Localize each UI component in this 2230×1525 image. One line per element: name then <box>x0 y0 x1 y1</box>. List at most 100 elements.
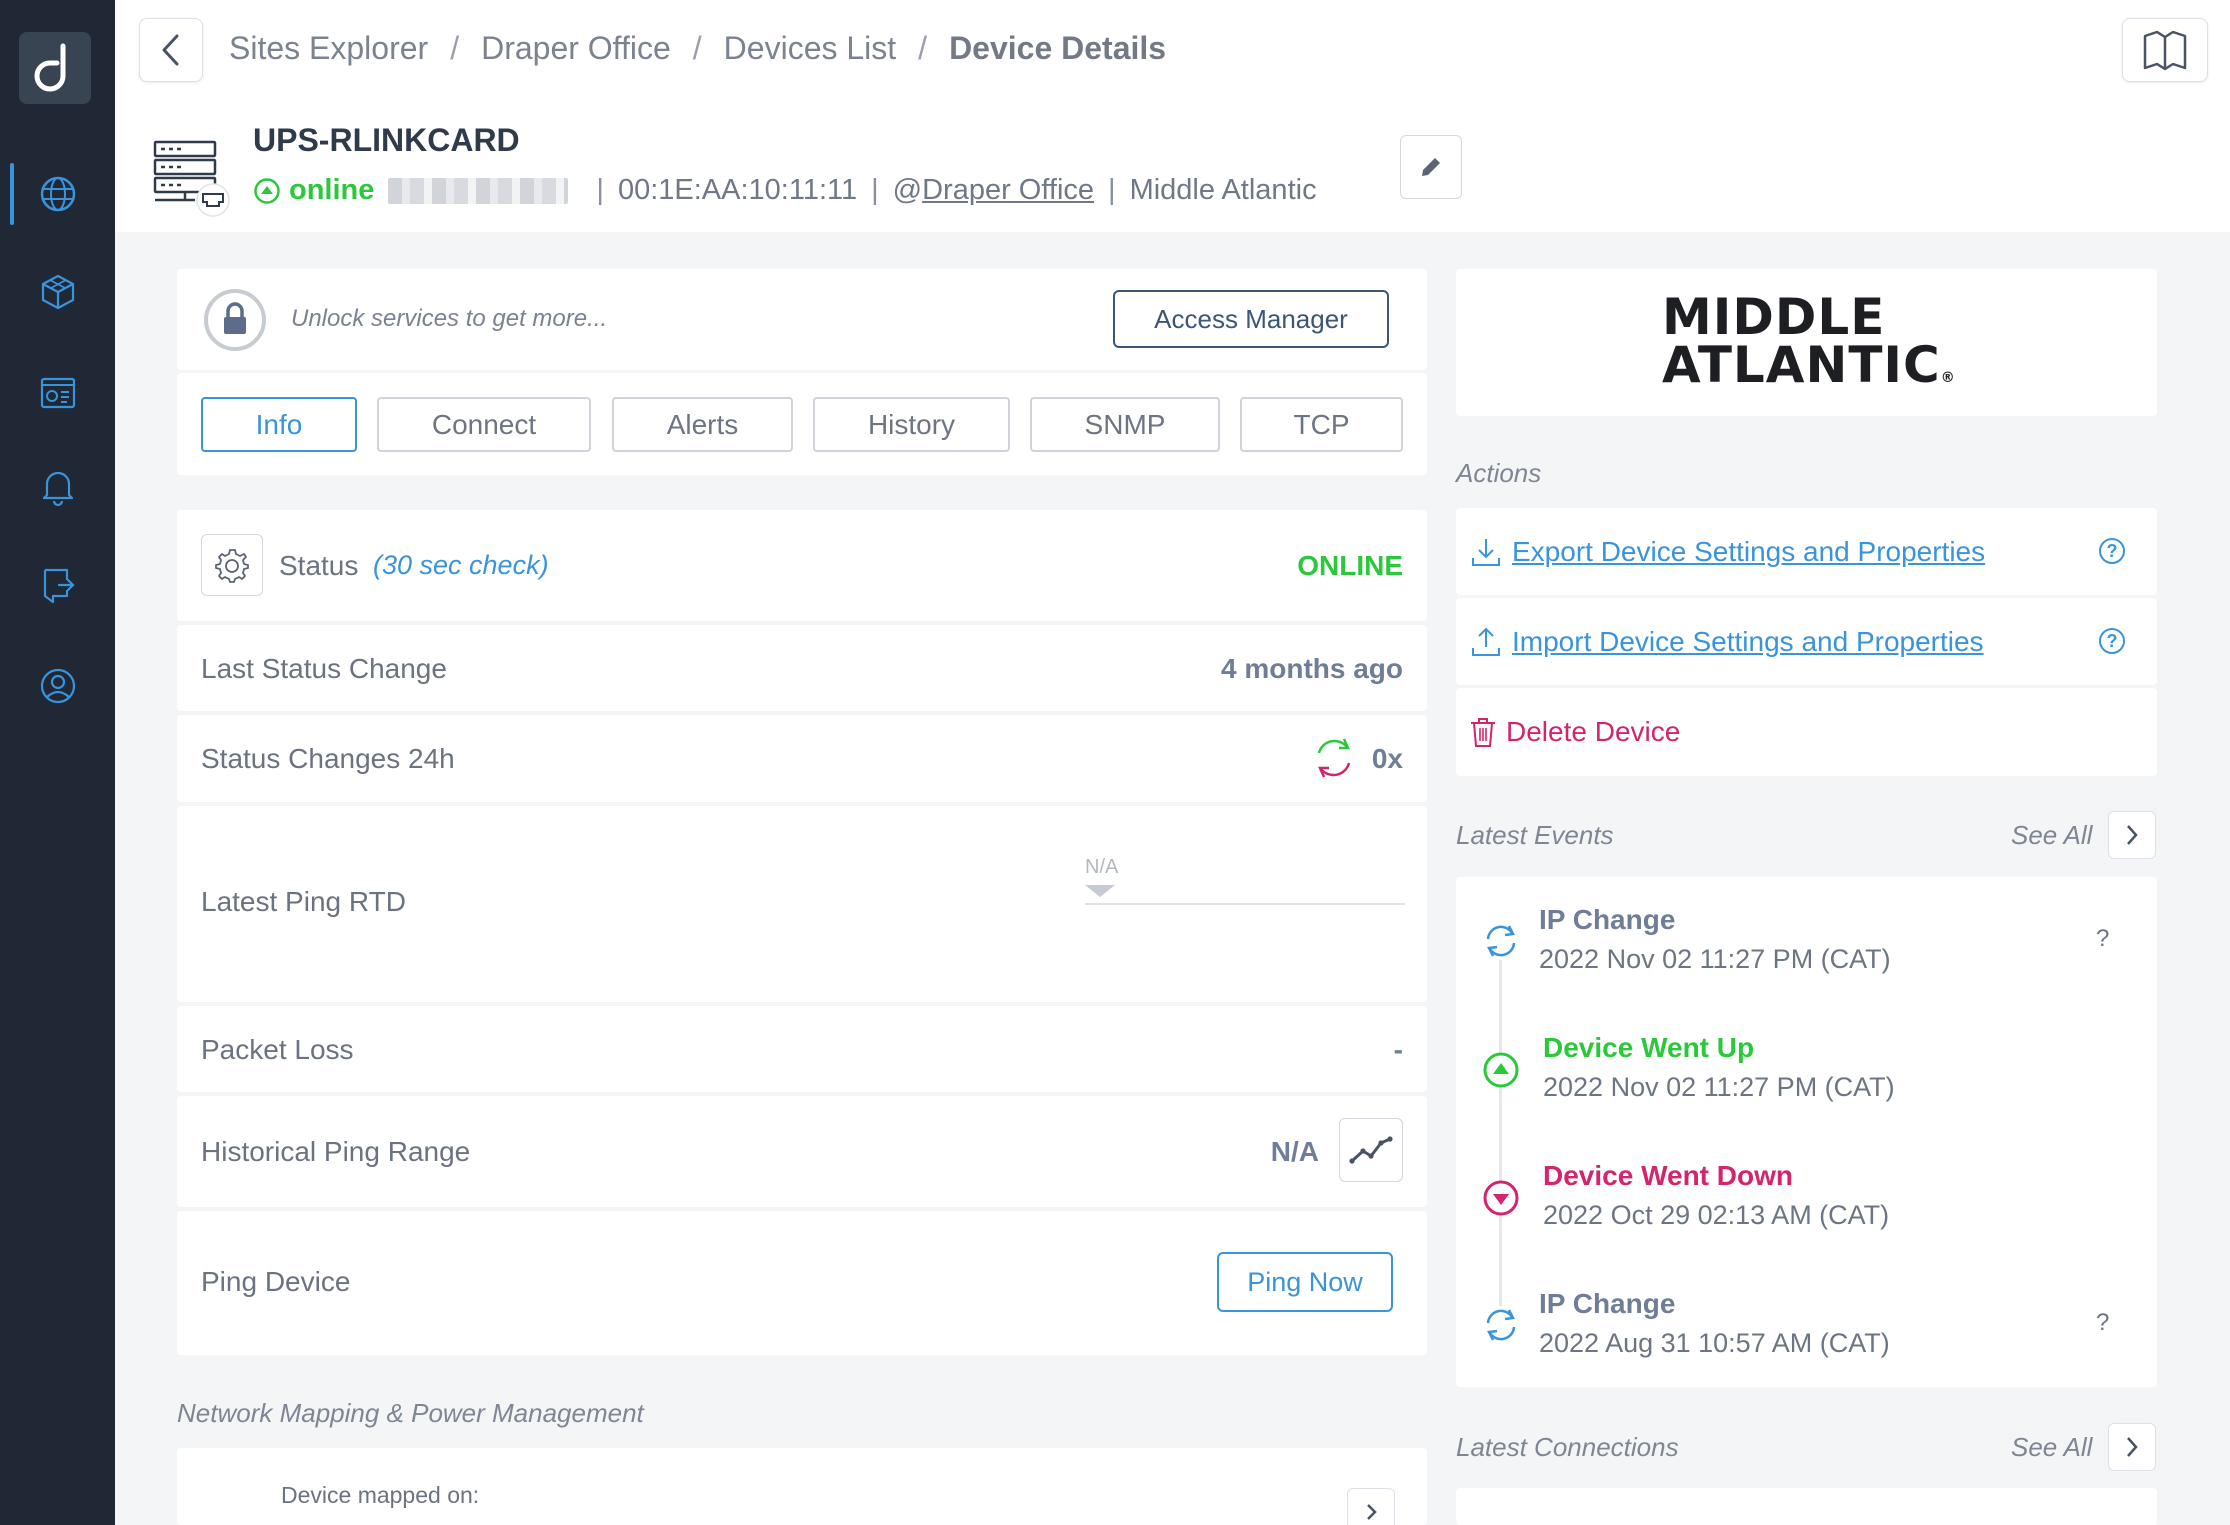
chevron-right-icon <box>1367 1504 1377 1520</box>
bell-icon <box>42 471 73 507</box>
export-settings-link[interactable]: Export Device Settings and Properties <box>1512 536 1985 568</box>
up-arrow-circle-icon <box>254 177 280 204</box>
latest-connections-title: Latest Connections <box>1456 1432 1679 1462</box>
nav-item-devices[interactable] <box>0 257 115 327</box>
meta-separator: | <box>1108 174 1116 206</box>
status-settings-button[interactable] <box>201 534 263 596</box>
ping-device-row: Ping Device Ping Now <box>177 1211 1427 1355</box>
dashboard-icon <box>40 377 75 409</box>
user-circle-icon <box>40 668 75 704</box>
packet-loss-value: - <box>1393 1034 1403 1065</box>
latest-ping-row: Latest Ping RTD N/A <box>177 806 1427 1002</box>
access-manager-button[interactable]: Access Manager <box>1113 290 1389 348</box>
status-changes-label: Status Changes 24h <box>201 743 455 774</box>
tab-connect[interactable]: Connect <box>377 397 591 452</box>
nav-item-account[interactable] <box>0 651 115 721</box>
server-device-icon <box>153 140 230 217</box>
tab-history[interactable]: History <box>813 397 1010 452</box>
nav-item-sites[interactable] <box>0 159 115 229</box>
export-help-icon[interactable]: ? <box>2099 538 2125 564</box>
event-help[interactable]: ? <box>2096 925 2109 953</box>
chevron-left-icon <box>162 34 179 66</box>
lock-icon <box>204 289 266 351</box>
tab-info[interactable]: Info <box>201 397 357 452</box>
logo-icon <box>34 43 66 92</box>
tab-tcp[interactable]: TCP <box>1240 397 1403 452</box>
event-time: 2022 Aug 31 10:57 AM (CAT) <box>1539 1328 1890 1358</box>
device-vendor: Middle Atlantic <box>1129 174 1317 206</box>
latest-connections-next-button[interactable] <box>2108 1423 2156 1471</box>
help-docs-button[interactable] <box>2122 18 2208 82</box>
breadcrumb-devices-list[interactable]: Devices List <box>724 30 897 67</box>
breadcrumb: Sites Explorer / Draper Office / Devices… <box>229 30 1166 67</box>
nav-item-alerts[interactable] <box>0 451 115 521</box>
trash-icon <box>1471 718 1495 747</box>
gear-icon <box>215 549 249 583</box>
latest-connections-card <box>1456 1488 2157 1525</box>
import-settings-row: Import Device Settings and Properties ? <box>1456 598 2157 685</box>
latest-ping-label: Latest Ping RTD <box>201 886 406 917</box>
chevron-right-icon <box>2127 825 2138 845</box>
nav-item-reports[interactable] <box>0 550 115 620</box>
status-label: Status <box>279 550 359 581</box>
delete-device-button[interactable]: Delete Device <box>1506 716 1680 748</box>
ping-chart-button[interactable] <box>1339 1118 1403 1182</box>
latest-ping-value: N/A <box>1085 856 1119 878</box>
book-icon <box>2143 30 2187 71</box>
network-mapping-card: Device mapped on: <box>177 1448 1427 1525</box>
event-time: 2022 Nov 02 11:27 PM (CAT) <box>1543 1072 1895 1102</box>
last-status-change-row: Last Status Change 4 months ago <box>177 625 1427 711</box>
status-check-interval: (30 sec check) <box>373 550 549 580</box>
line-chart-icon <box>1349 1136 1393 1164</box>
device-status: online <box>289 174 375 206</box>
event-help[interactable]: ? <box>2096 1309 2109 1337</box>
ping-now-button[interactable]: Ping Now <box>1217 1252 1393 1312</box>
app-logo[interactable] <box>19 32 91 104</box>
device-mapped-on-label: Device mapped on: <box>281 1482 480 1508</box>
export-settings-row: Export Device Settings and Properties ? <box>1456 508 2157 595</box>
import-settings-link[interactable]: Import Device Settings and Properties <box>1512 626 1984 658</box>
tab-snmp[interactable]: SNMP <box>1030 397 1220 452</box>
chevron-right-icon <box>2127 1437 2138 1457</box>
page-header: Sites Explorer / Draper Office / Devices… <box>115 0 2230 232</box>
breadcrumb-sites-explorer[interactable]: Sites Explorer <box>229 30 428 67</box>
status-change-cycle-icon <box>1317 738 1351 778</box>
last-status-change-label: Last Status Change <box>201 653 447 684</box>
packet-loss-label: Packet Loss <box>201 1034 354 1065</box>
nav-item-dashboard[interactable] <box>0 358 115 428</box>
registered-mark: ® <box>1940 370 1956 386</box>
historical-ping-label: Historical Ping Range <box>201 1136 471 1167</box>
device-down-icon <box>1483 1180 1519 1216</box>
edit-device-button[interactable] <box>1400 135 1462 199</box>
globe-icon <box>40 176 75 212</box>
vendor-logo-card: MIDDLE ATLANTIC® <box>1456 269 2157 416</box>
breadcrumb-site[interactable]: Draper Office <box>481 30 671 67</box>
meta-separator: | <box>871 174 879 206</box>
tab-alerts[interactable]: Alerts <box>612 397 793 452</box>
site-prefix: @ <box>892 174 923 206</box>
vendor-logo: MIDDLE ATLANTIC® <box>1662 288 1956 402</box>
status-changes-value: 0x <box>1371 743 1403 774</box>
upload-icon <box>1472 627 1500 656</box>
back-button[interactable] <box>139 18 203 82</box>
import-help-icon[interactable]: ? <box>2099 628 2125 654</box>
device-site-link[interactable]: Draper Office <box>922 174 1094 207</box>
network-mapping-title: Network Mapping & Power Management <box>177 1398 644 1428</box>
event-title: IP Change <box>1539 1288 1676 1319</box>
breadcrumb-separator: / <box>918 30 928 66</box>
vendor-logo-line1: MIDDLE <box>1662 288 1886 346</box>
vendor-logo-line2: ATLANTIC <box>1662 336 1941 394</box>
delete-device-row: Delete Device <box>1456 688 2157 776</box>
latest-events-see-all[interactable]: See All <box>2011 820 2092 851</box>
unlock-services-text: Unlock services to get more... <box>291 305 608 332</box>
network-mapping-next-button[interactable] <box>1347 1488 1395 1525</box>
packet-loss-row: Packet Loss - <box>177 1006 1427 1092</box>
latest-connections-see-all[interactable]: See All <box>2011 1432 2092 1463</box>
events-timeline-line <box>1499 952 1502 1332</box>
event-title: IP Change <box>1539 904 1676 935</box>
latest-events-next-button[interactable] <box>2108 811 2156 859</box>
event-title: Device Went Down <box>1543 1160 1793 1191</box>
breadcrumb-current: Device Details <box>949 30 1167 66</box>
status-changes-row: Status Changes 24h 0x <box>177 715 1427 802</box>
actions-title: Actions <box>1456 458 1542 488</box>
